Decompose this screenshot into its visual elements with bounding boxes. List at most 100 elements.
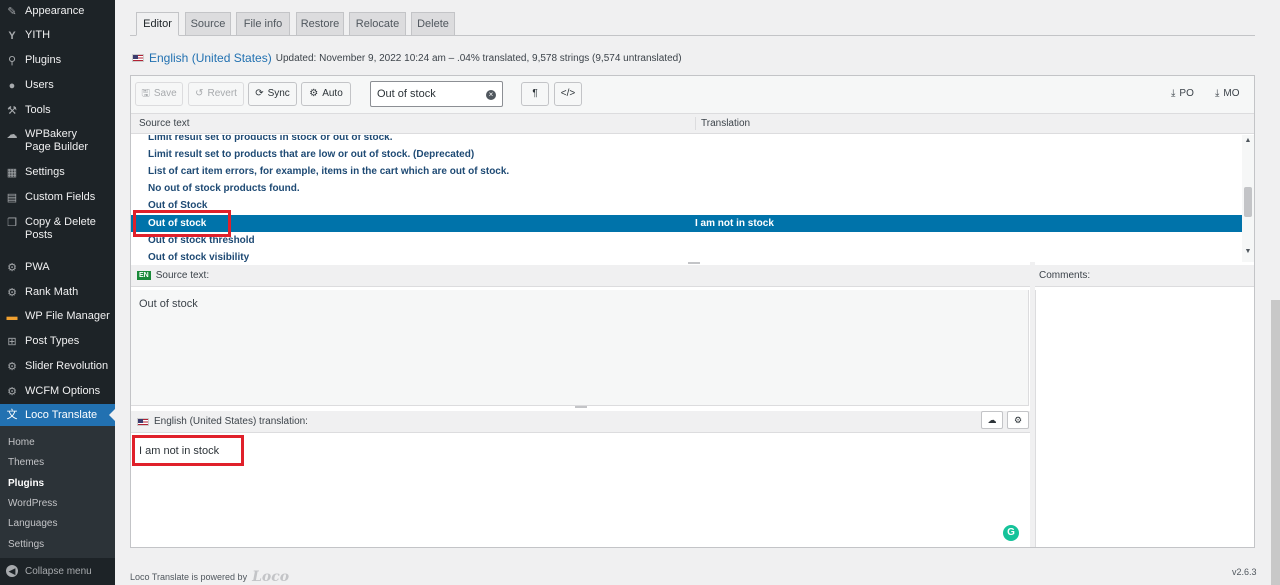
sidebar-item-wpbakery[interactable]: ☁ WPBakery Page Builder (0, 128, 115, 154)
invisibles-button[interactable]: ¶ (521, 82, 549, 106)
tab-file-info[interactable]: File info (236, 12, 290, 36)
list-row[interactable]: No out of stock products found. (131, 180, 1242, 197)
sync-icon: ⟳ (255, 88, 264, 99)
submenu-item-home[interactable]: Home (8, 437, 35, 448)
slider-icon: ⚙ (7, 361, 17, 373)
code-view-button[interactable]: </> (554, 82, 582, 106)
resize-grip[interactable] (575, 406, 587, 408)
sidebar-item-yith[interactable]: Y YITH (0, 29, 115, 43)
search-input[interactable] (370, 81, 503, 107)
scroll-down-icon[interactable]: ▼ (1244, 248, 1252, 255)
us-flag-icon (132, 54, 144, 62)
plugin-icon: ⚲ (7, 55, 17, 67)
list-row-selected[interactable]: Out of stock I am not in stock (131, 215, 1242, 232)
col-translation[interactable]: Translation (701, 118, 750, 129)
sidebar-item-appearance[interactable]: ✎ Appearance (0, 5, 115, 19)
translate-icon: 文 (6, 409, 18, 421)
row-source: No out of stock products found. (148, 183, 300, 194)
string-list: Limit result set to products in stock or… (131, 135, 1242, 262)
locale-link[interactable]: English (United States) (149, 51, 272, 65)
list-row[interactable]: List of cart item errors, for example, i… (131, 163, 1242, 180)
list-row[interactable]: Out of stock visibility (131, 249, 1242, 262)
clear-search-icon[interactable]: × (486, 90, 496, 100)
sidebar-item-wcfm-options[interactable]: ⚙ WCFM Options (0, 385, 115, 399)
robot-button[interactable]: ⚙ (1007, 411, 1029, 429)
gear-icon: ⚙ (7, 262, 17, 274)
download-mo-button[interactable]: ⤓ MO (1215, 88, 1240, 99)
tab-restore[interactable]: Restore (296, 12, 344, 36)
list-row[interactable]: Limit result set to products that are lo… (131, 146, 1242, 163)
list-row[interactable]: Limit result set to products in stock or… (131, 135, 1242, 146)
tab-source[interactable]: Source (185, 12, 231, 36)
list-scrollbar[interactable]: ▲ ▼ (1242, 135, 1254, 262)
save-button[interactable]: 🖫 Save (135, 82, 183, 106)
submenu-item-wordpress[interactable]: WordPress (8, 498, 57, 509)
save-label: Save (153, 88, 177, 99)
column-divider[interactable] (695, 117, 696, 130)
source-pane-label: Source text: (155, 270, 210, 281)
list-row[interactable]: Out of Stock (131, 197, 1242, 214)
editor-toolbar: 🖫 Save ↺ Revert ⟳ Sync ⚙ Auto × ¶ </> ⤓ … (131, 76, 1254, 114)
floppy-icon: 🖫 (141, 88, 150, 99)
scroll-up-icon[interactable]: ▲ (1244, 137, 1252, 144)
scroll-thumb[interactable] (1244, 187, 1252, 217)
sidebar-item-label: Copy & Delete Posts (25, 216, 96, 241)
sidebar-item-pwa[interactable]: ⚙ PWA (0, 261, 115, 275)
submenu-item-themes[interactable]: Themes (8, 457, 44, 468)
pilcrow-icon: ¶ (532, 88, 538, 99)
page-scrollbar[interactable] (1271, 300, 1280, 585)
comments-label: Comments: (1039, 270, 1091, 281)
grammarly-icon[interactable]: G (1003, 525, 1019, 541)
po-label: PO (1179, 88, 1194, 99)
sidebar-item-label: Custom Fields (25, 191, 96, 203)
cloud-button[interactable]: ☁ (981, 411, 1003, 429)
submenu-item-settings[interactable]: Settings (8, 539, 44, 550)
sidebar-item-slider-revolution[interactable]: ⚙ Slider Revolution (0, 360, 115, 374)
translation-input[interactable]: I am not in stock (131, 437, 1030, 547)
resize-grip[interactable] (688, 262, 700, 264)
sidebar-item-users[interactable]: ● Users (0, 79, 115, 93)
download-po-button[interactable]: ⤓ PO (1171, 88, 1194, 99)
auto-label: Auto (322, 88, 343, 99)
sidebar-item-wp-file-manager[interactable]: ▬ WP File Manager (0, 310, 115, 324)
sidebar-item-label: Plugins (25, 54, 62, 66)
sync-button[interactable]: ⟳ Sync (248, 82, 297, 106)
auto-button[interactable]: ⚙ Auto (301, 82, 351, 106)
folder-icon: ▬ (6, 311, 18, 323)
sidebar-item-rank-math[interactable]: ⚙ Rank Math (0, 286, 115, 300)
powered-by-text: Loco Translate is powered by (130, 572, 248, 582)
highlight-box-selected-row (133, 210, 231, 237)
source-pane-header: EN Source text: (131, 265, 1030, 287)
loco-logo[interactable]: Loco (252, 569, 289, 585)
translation-pane-header: English (United States) translation: (131, 411, 1030, 433)
sidebar-item-loco-translate[interactable]: 文 Loco Translate (0, 404, 115, 426)
sidebar-item-copy-delete-posts[interactable]: ❐ Copy & Delete Posts (0, 216, 115, 242)
sidebar-item-label: WCFM Options (25, 385, 101, 397)
revert-button[interactable]: ↺ Revert (188, 82, 244, 106)
list-row[interactable]: Out of stock threshold (131, 232, 1242, 249)
source-text-value: Out of stock (139, 298, 198, 310)
yith-icon: Y (8, 30, 16, 42)
sidebar-item-settings[interactable]: ▦ Settings (0, 166, 115, 180)
tab-delete[interactable]: Delete (411, 12, 455, 36)
tab-relocate[interactable]: Relocate (349, 12, 406, 36)
collapse-menu-label: Collapse menu (25, 565, 92, 577)
tab-editor[interactable]: Editor (136, 12, 179, 36)
sidebar-item-plugins[interactable]: ⚲ Plugins (0, 54, 115, 68)
sidebar-item-post-types[interactable]: ⊞ Post Types (0, 335, 115, 349)
source-text-view: Out of stock (131, 290, 1029, 406)
sidebar-item-custom-fields[interactable]: ▤ Custom Fields (0, 191, 115, 205)
list-header: Source text Translation (131, 114, 1254, 134)
sidebar-item-tools[interactable]: ⚒ Tools (0, 104, 115, 118)
collapse-menu-button[interactable]: ◀ Collapse menu (0, 565, 115, 577)
file-info-line: English (United States) Updated: Novembe… (132, 50, 682, 66)
robot-icon: ⚙ (309, 88, 319, 99)
sidebar-item-label: Slider Revolution (25, 360, 109, 372)
submenu-item-languages[interactable]: Languages (8, 518, 58, 529)
copy-icon: ❐ (7, 217, 17, 229)
col-source-text[interactable]: Source text (139, 118, 190, 129)
sidebar-item-label: WPBakery Page Builder (25, 128, 88, 153)
submenu-item-plugins[interactable]: Plugins (8, 478, 44, 489)
cloud-icon: ☁ (987, 415, 997, 425)
en-badge: EN (137, 271, 151, 280)
